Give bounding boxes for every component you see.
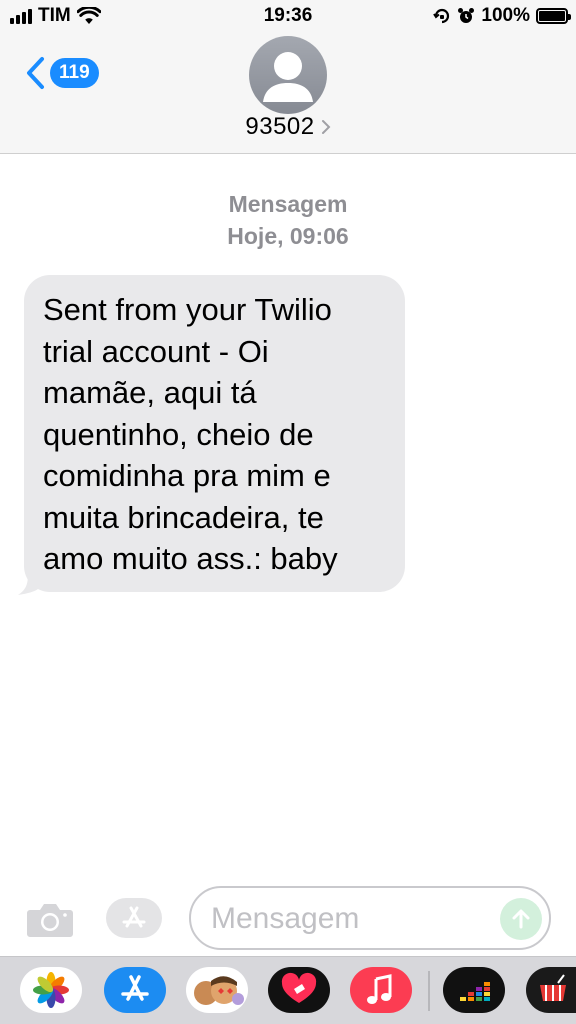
photos-app-button[interactable] — [20, 967, 82, 1013]
app-store-button[interactable] — [106, 898, 162, 938]
contact-name: 93502 — [245, 113, 315, 140]
message-input[interactable]: Mensagem — [189, 886, 551, 950]
message-text: Sent from your Twilio trial account - Oi… — [43, 292, 338, 576]
music-icon — [367, 974, 392, 1004]
digital-touch-app-button[interactable] — [268, 967, 330, 1013]
battery-icon — [536, 8, 571, 24]
chevron-right-icon — [321, 120, 331, 134]
incoming-message-bubble[interactable]: Sent from your Twilio trial account - Oi… — [24, 275, 405, 592]
contact-details-link[interactable]: 93502 — [0, 113, 576, 141]
orientation-lock-icon — [433, 8, 450, 24]
deezer-icon — [460, 982, 490, 1001]
alarm-icon — [458, 8, 475, 23]
battery-percentage: 100% — [481, 5, 530, 26]
photos-icon — [33, 972, 69, 1008]
app-store-icon — [122, 906, 146, 928]
status-right: 100% — [433, 5, 571, 27]
app-store-icon — [121, 975, 149, 1001]
shopping-icon — [540, 974, 566, 1001]
chevron-left-icon — [27, 57, 44, 89]
imessage-app-drawer — [0, 956, 576, 1024]
message-placeholder: Mensagem — [211, 902, 360, 935]
shopping-app-button[interactable] — [526, 967, 576, 1013]
timestamp: Hoje, 09:06 — [227, 223, 349, 249]
drawer-divider — [428, 971, 430, 1011]
camera-icon[interactable] — [26, 900, 74, 938]
back-button[interactable]: 119 — [24, 56, 99, 90]
service-label: Mensagem — [228, 191, 348, 217]
composer-bar: Mensagem — [0, 880, 576, 956]
message-timestamp-header: Mensagem Hoje, 09:06 — [0, 188, 576, 252]
music-app-button[interactable] — [350, 967, 412, 1013]
digital-touch-icon — [281, 972, 317, 1003]
status-bar: TIM 19:36 100% — [0, 0, 576, 34]
conversation-header: 119 93502 — [0, 34, 576, 154]
memoji-icon — [194, 976, 244, 1005]
memoji-app-button[interactable] — [186, 967, 248, 1013]
arrow-up-icon — [512, 909, 530, 929]
app-store-app-button[interactable] — [104, 967, 166, 1013]
person-icon — [263, 52, 313, 102]
deezer-app-button[interactable] — [443, 967, 505, 1013]
contact-avatar[interactable] — [249, 36, 327, 114]
unread-count-badge: 119 — [50, 58, 99, 88]
send-button[interactable] — [500, 898, 542, 940]
